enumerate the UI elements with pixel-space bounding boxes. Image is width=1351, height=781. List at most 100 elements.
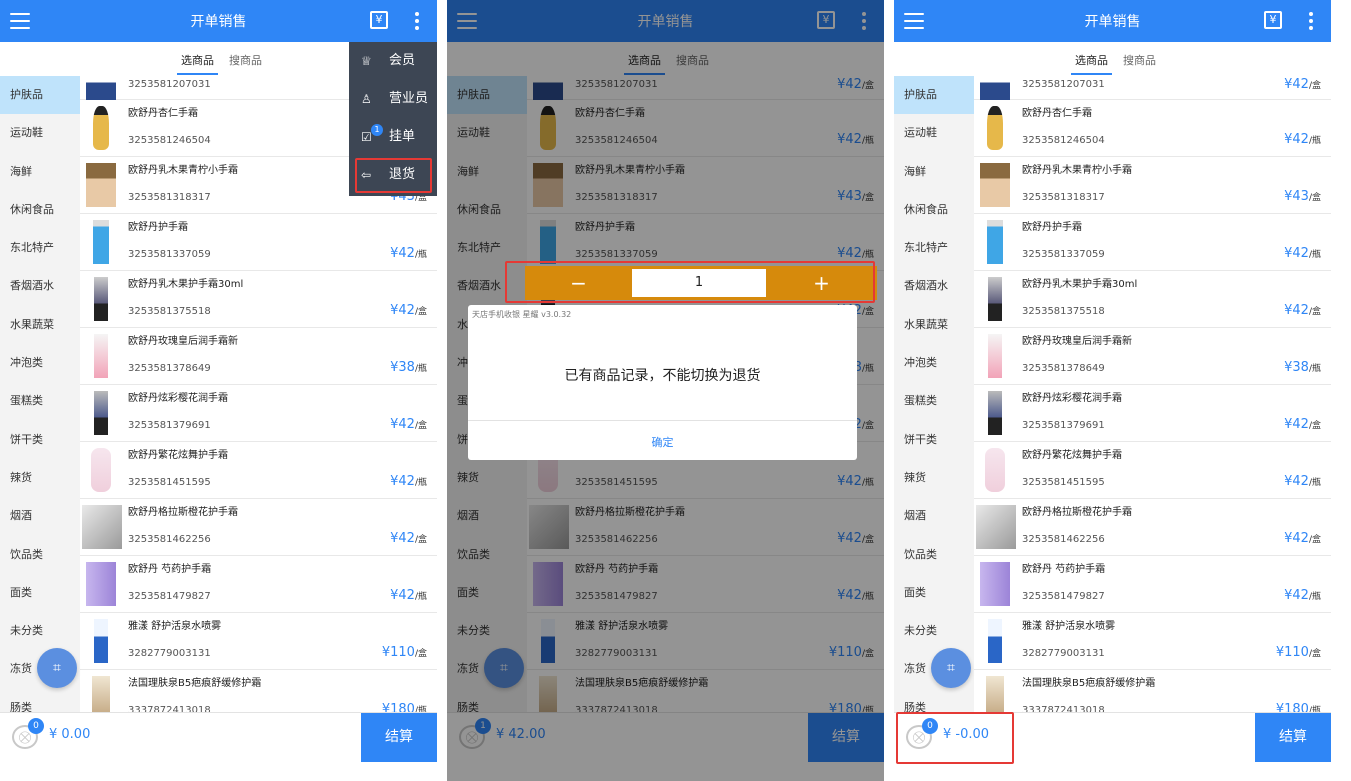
hold-count-badge: 1 [371,124,383,136]
product-row[interactable]: 欧舒丹乳木果青柠小手霜 3253581318317 ¥43/盒 [974,157,1331,214]
product-code: 3253581375518 [128,306,211,317]
checkout-button[interactable]: 结算 [1255,713,1331,762]
tab-select-products[interactable]: 选商品 [1071,52,1112,75]
category-item[interactable]: 水果蔬菜 [0,306,80,344]
product-row[interactable]: 欧舒丹乳木果护手霜30ml 3253581375518 ¥42/盒 [974,271,1331,328]
product-name: 法国理肤泉B5疤痕舒缓修护霜 [128,678,262,689]
product-code: 3253581479827 [1022,591,1105,602]
product-row[interactable]: 欧舒丹炫彩樱花润手霜 3253581379691 ¥42/盒 [974,385,1331,442]
tab-search-products[interactable]: 搜商品 [1123,52,1156,68]
category-item[interactable]: 冲泡类 [894,344,974,382]
category-item[interactable]: 海鲜 [0,153,80,191]
product-row[interactable]: 欧舒丹 芍药护手霜 3253581479827 ¥42/瓶 [974,556,1331,613]
category-item[interactable]: 水果蔬菜 [894,306,974,344]
tab-search-products[interactable]: 搜商品 [229,52,262,68]
product-row[interactable]: 法国理肤泉B5疤痕舒缓修护霜 3337872413018 ¥180/瓶 [80,670,437,712]
product-row[interactable]: 欧舒丹护手霜 3253581337059 ¥42/瓶 [974,214,1331,271]
product-row[interactable]: 欧舒丹繁花炫舞护手霜 3253581451595 ¥42/瓶 [974,442,1331,499]
product-image [976,505,1016,549]
alert-dialog: 天店手机收银 星耀 v3.0.32 已有商品记录，不能切换为退货 确定 [468,305,857,460]
category-item[interactable]: 饮品类 [894,536,974,574]
product-code: 3253581378649 [1022,363,1105,374]
menu-item-0[interactable]: ♕ 会员 [349,42,437,80]
category-item[interactable]: 辣货 [894,459,974,497]
product-image [986,676,1004,712]
product-row[interactable]: 欧舒丹繁花炫舞护手霜 3253581451595 ¥42/瓶 [80,442,437,499]
product-row[interactable]: 欧舒丹格拉斯橙花护手霜 3253581462256 ¥42/盒 [80,499,437,556]
product-price: ¥38/瓶 [1284,360,1321,375]
category-item[interactable]: 休闲食品 [0,191,80,229]
category-item[interactable]: 海鲜 [894,153,974,191]
category-item[interactable]: 香烟酒水 [894,267,974,305]
product-image [94,334,108,378]
category-item[interactable]: 烟酒 [0,497,80,535]
product-row[interactable]: 法国理肤泉B5疤痕舒缓修护霜 3337872413018 ¥180/瓶 [974,670,1331,712]
confirm-button[interactable]: 确定 [468,434,857,450]
category-item[interactable]: 运动鞋 [894,114,974,152]
category-item[interactable]: 烟酒 [894,497,974,535]
category-item[interactable]: 面类 [894,574,974,612]
category-item[interactable]: 护肤品 [894,76,974,115]
product-row[interactable]: 3253581207031 ¥42/盒 [974,76,1331,100]
menu-item-2[interactable]: ☑ 1 挂单 [349,118,437,156]
category-item[interactable]: 运动鞋 [0,114,80,152]
checkout-button[interactable]: 结算 [361,713,437,762]
tab-select-products[interactable]: 选商品 [177,52,218,75]
price-unit: /盒 [414,649,427,659]
product-row[interactable]: 雅漾 舒护活泉水喷雾 3282779003131 ¥110/盒 [80,613,437,670]
category-item[interactable]: 饼干类 [0,421,80,459]
edit-order-icon[interactable]: ¥ [370,11,388,29]
more-vertical-icon[interactable] [415,12,421,32]
product-name: 欧舒丹格拉斯橙花护手霜 [128,507,238,518]
product-row[interactable]: 欧舒丹杏仁手霜 3253581246504 ¥42/瓶 [974,100,1331,157]
category-item[interactable]: 香烟酒水 [0,267,80,305]
product-row[interactable]: 欧舒丹 芍药护手霜 3253581479827 ¥42/瓶 [80,556,437,613]
product-code: 3253581451595 [1022,477,1105,488]
category-item[interactable]: 东北特产 [0,229,80,267]
price-unit: /瓶 [1308,136,1321,146]
category-item[interactable]: 饼干类 [894,421,974,459]
category-item[interactable]: 东北特产 [894,229,974,267]
dialog-header: 天店手机收银 星耀 v3.0.32 [472,310,572,319]
product-name: 欧舒丹护手霜 [128,222,188,233]
product-image [980,76,1010,100]
category-item[interactable]: 未分类 [0,612,80,650]
category-item[interactable]: 休闲食品 [894,191,974,229]
product-row[interactable]: 欧舒丹炫彩樱花润手霜 3253581379691 ¥42/盒 [80,385,437,442]
product-name: 欧舒丹乳木果青柠小手霜 [1022,165,1132,176]
price-value: ¥110 [381,645,415,660]
product-row[interactable]: 欧舒丹玫瑰皇后润手霜新 3253581378649 ¥38/瓶 [974,328,1331,385]
menu-item-1[interactable]: ♙ 营业员 [349,80,437,118]
product-row[interactable]: 欧舒丹格拉斯橙花护手霜 3253581462256 ¥42/盒 [974,499,1331,556]
category-item[interactable]: 护肤品 [0,76,80,115]
more-vertical-icon[interactable] [1309,12,1315,32]
category-item[interactable]: 冲泡类 [0,344,80,382]
product-row[interactable]: 欧舒丹玫瑰皇后润手霜新 3253581378649 ¥38/瓶 [80,328,437,385]
bottom-bar: ⛒ 0 ¥ 0.00 结算 [0,712,437,762]
edit-order-icon[interactable]: ¥ [1264,11,1282,29]
category-item[interactable]: 饮品类 [0,536,80,574]
price-unit: /盒 [414,421,427,431]
highlight-amount [896,712,1014,764]
product-price: ¥42/盒 [1284,77,1321,92]
product-price: ¥42/瓶 [1284,588,1321,603]
category-item[interactable]: 蛋糕类 [894,382,974,420]
category-item[interactable]: 面类 [0,574,80,612]
product-image [980,562,1010,606]
price-value: ¥42 [1284,531,1309,546]
product-row[interactable]: 雅漾 舒护活泉水喷雾 3282779003131 ¥110/盒 [974,613,1331,670]
product-image [988,391,1002,435]
scan-button[interactable]: ⌗ [37,648,77,688]
product-row[interactable]: 欧舒丹护手霜 3253581337059 ¥42/瓶 [80,214,437,271]
scan-button[interactable]: ⌗ [931,648,971,688]
product-name: 欧舒丹炫彩樱花润手霜 [1022,393,1122,404]
product-image [91,448,111,492]
category-item[interactable]: 未分类 [894,612,974,650]
category-item[interactable]: 辣货 [0,459,80,497]
product-row[interactable]: 欧舒丹乳木果护手霜30ml 3253581375518 ¥42/盒 [80,271,437,328]
category-item[interactable]: 蛋糕类 [0,382,80,420]
product-name: 欧舒丹杏仁手霜 [1022,108,1092,119]
price-unit: /瓶 [414,592,427,602]
product-code: 3337872413018 [1022,705,1105,712]
price-value: ¥42 [390,303,415,318]
